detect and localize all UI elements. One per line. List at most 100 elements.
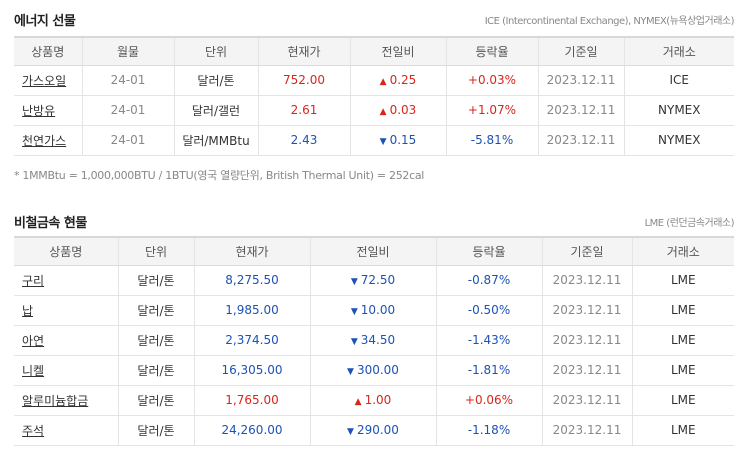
energy-header-row: 상품명 월물 단위 현재가 전일비 등락율 기준일 거래소 bbox=[14, 36, 734, 66]
product-name-link[interactable]: 알루미늄합금 bbox=[22, 394, 88, 408]
exchange-cell: NYMEX bbox=[623, 95, 734, 126]
price-cell: 8,275.50 bbox=[193, 265, 310, 296]
energy-futures-table: 상품명 월물 단위 현재가 전일비 등락율 기준일 거래소 가스오일 24-01 달… bbox=[14, 36, 734, 156]
col-header-rate: 등락율 bbox=[445, 36, 538, 66]
price-cell: 2.61 bbox=[257, 95, 350, 126]
date-cell: 2023.12.11 bbox=[541, 415, 632, 446]
price-cell: 1,985.00 bbox=[193, 295, 310, 326]
product-name-link[interactable]: 구리 bbox=[22, 274, 44, 288]
price-cell: 1,765.00 bbox=[193, 385, 310, 416]
rate-cell: -1.43% bbox=[435, 325, 542, 356]
date-cell: 2023.12.11 bbox=[541, 295, 632, 326]
down-arrow-icon: ▼ bbox=[347, 427, 354, 437]
col-header-date: 기준일 bbox=[537, 36, 624, 66]
change-cell: ▼ 0.15 bbox=[349, 125, 446, 156]
price-cell: 2,374.50 bbox=[193, 325, 310, 356]
price-cell: 16,305.00 bbox=[193, 355, 310, 386]
product-name-link[interactable]: 주석 bbox=[22, 424, 44, 438]
change-value: 300.00 bbox=[356, 363, 399, 377]
table-row: 주석 달러/톤 24,260.00 ▼ 290.00 -1.18% 2023.12.11 LM… bbox=[14, 415, 734, 446]
up-arrow-icon: ▲ bbox=[379, 107, 387, 117]
col-header-exchange: 거래소 bbox=[631, 236, 734, 266]
mmbtu-footnote: * 1MMBtu = 1,000,000BTU / 1BTU(영국 열량단위, … bbox=[14, 169, 425, 182]
exchange-cell: LME bbox=[631, 385, 734, 416]
change-cell: ▼ 290.00 bbox=[309, 415, 436, 446]
product-name-cell: 주석 bbox=[14, 415, 118, 446]
exchange-cell: LME bbox=[631, 415, 734, 446]
change-cell: ▲ 1.00 bbox=[309, 385, 436, 416]
col-header-date: 기준일 bbox=[541, 236, 632, 266]
product-name-link[interactable]: 납 bbox=[22, 304, 33, 318]
table-row: 납 달러/톤 1,985.00 ▼ 10.00 -0.50% 2023.12.11 LME bbox=[14, 295, 734, 326]
change-value: 0.25 bbox=[389, 73, 417, 87]
rate-cell: -1.81% bbox=[435, 355, 542, 386]
change-value: 290.00 bbox=[356, 423, 399, 437]
change-value: 0.03 bbox=[389, 103, 417, 117]
col-header-price: 현재가 bbox=[193, 236, 310, 266]
product-name-link[interactable]: 니켈 bbox=[22, 364, 44, 378]
col-header-name: 상품명 bbox=[14, 236, 118, 266]
exchange-cell: ICE bbox=[623, 65, 734, 96]
date-cell: 2023.12.11 bbox=[537, 65, 624, 96]
rate-cell: -5.81% bbox=[445, 125, 538, 156]
col-header-name: 상품명 bbox=[14, 36, 82, 66]
col-header-price: 현재가 bbox=[257, 36, 350, 66]
up-arrow-icon: ▲ bbox=[354, 397, 362, 407]
col-header-rate: 등락율 bbox=[435, 236, 542, 266]
exchange-cell: LME bbox=[631, 265, 734, 296]
down-arrow-icon: ▼ bbox=[350, 307, 358, 317]
rate-cell: -0.50% bbox=[435, 295, 542, 326]
product-name-cell: 납 bbox=[14, 295, 118, 326]
product-name-cell: 가스오일 bbox=[14, 65, 82, 96]
metals-section-title: 비철금속 현물 bbox=[14, 215, 87, 231]
change-value: 72.50 bbox=[360, 273, 396, 287]
exchange-cell: LME bbox=[631, 325, 734, 356]
product-name-cell: 천연가스 bbox=[14, 125, 82, 156]
unit-cell: 달러/톤 bbox=[117, 385, 194, 416]
contract-month-cell: 24-01 bbox=[81, 65, 174, 96]
change-cell: ▼ 34.50 bbox=[309, 325, 436, 356]
price-cell: 2.43 bbox=[257, 125, 350, 156]
nonferrous-metals-table: 상품명 단위 현재가 전일비 등락율 기준일 거래소 구리 달러/톤 8,275.5… bbox=[14, 236, 734, 446]
col-header-change: 전일비 bbox=[309, 236, 436, 266]
table-row: 알루미늄합금 달러/톤 1,765.00 ▲ 1.00 +0.06% 2023.12.11 L… bbox=[14, 385, 734, 416]
change-value: 34.50 bbox=[360, 333, 396, 347]
energy-source-note: ICE (Intercontinental Exchange), NYMEX(뉴… bbox=[484, 15, 735, 27]
contract-month-cell: 24-01 bbox=[81, 95, 174, 126]
product-name-link[interactable]: 아연 bbox=[22, 334, 44, 348]
change-value: 1.00 bbox=[364, 393, 392, 407]
date-cell: 2023.12.11 bbox=[537, 125, 624, 156]
down-arrow-icon: ▼ bbox=[350, 277, 358, 287]
unit-cell: 달러/톤 bbox=[117, 415, 194, 446]
date-cell: 2023.12.11 bbox=[541, 355, 632, 386]
table-row: 아연 달러/톤 2,374.50 ▼ 34.50 -1.43% 2023.12.11 LME bbox=[14, 325, 734, 356]
exchange-cell: LME bbox=[631, 355, 734, 386]
rate-cell: +1.07% bbox=[445, 95, 538, 126]
unit-cell: 달러/톤 bbox=[117, 295, 194, 326]
rate-cell: -0.87% bbox=[435, 265, 542, 296]
price-cell: 24,260.00 bbox=[193, 415, 310, 446]
table-row: 난방유 24-01 달러/갤런 2.61 ▲ 0.03 +1.07% 2023.12.11 NY… bbox=[14, 95, 734, 126]
product-name-cell: 알루미늄합금 bbox=[14, 385, 118, 416]
metals-section-header: 비철금속 현물 LME (런던금속거래소) bbox=[14, 211, 735, 231]
table-row: 구리 달러/톤 8,275.50 ▼ 72.50 -0.87% 2023.12.11 LME bbox=[14, 265, 734, 296]
down-arrow-icon: ▼ bbox=[379, 137, 387, 147]
col-header-unit: 단위 bbox=[117, 236, 194, 266]
product-name-link[interactable]: 천연가스 bbox=[22, 134, 66, 148]
change-cell: ▼ 300.00 bbox=[309, 355, 436, 386]
change-cell: ▼ 10.00 bbox=[309, 295, 436, 326]
price-cell: 752.00 bbox=[257, 65, 350, 96]
rate-cell: +0.06% bbox=[435, 385, 542, 416]
product-name-link[interactable]: 가스오일 bbox=[22, 74, 66, 88]
product-name-link[interactable]: 난방유 bbox=[22, 104, 55, 118]
product-name-cell: 구리 bbox=[14, 265, 118, 296]
col-header-change: 전일비 bbox=[349, 36, 446, 66]
change-cell: ▼ 72.50 bbox=[309, 265, 436, 296]
exchange-cell: NYMEX bbox=[623, 125, 734, 156]
metals-source-note: LME (런던금속거래소) bbox=[644, 217, 735, 229]
col-header-exchange: 거래소 bbox=[623, 36, 734, 66]
exchange-cell: LME bbox=[631, 295, 734, 326]
down-arrow-icon: ▼ bbox=[347, 367, 354, 377]
product-name-cell: 난방유 bbox=[14, 95, 82, 126]
energy-section-header: 에너지 선물 ICE (Intercontinental Exchange), … bbox=[14, 9, 735, 29]
